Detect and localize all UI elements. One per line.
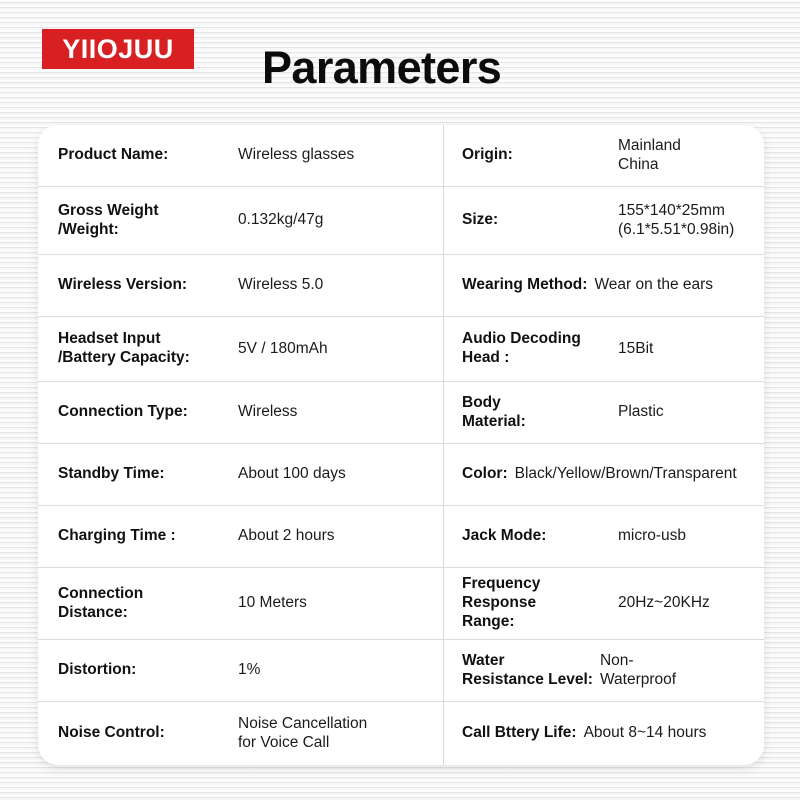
page-header: YIIOJUU Parameters (0, 0, 800, 125)
spec-row: Wireless Version: Wireless 5.0 (38, 255, 443, 317)
spec-label: Origin: (462, 146, 513, 164)
spec-row: Headset Input /Battery Capacity: 5V / 180… (38, 317, 443, 382)
spec-label: Distortion: (58, 661, 137, 679)
spec-row: Size: 155*140*25mm (6.1*5.51*0.98in) (444, 187, 764, 255)
spec-label: Jack Mode: (462, 527, 547, 545)
spec-label: Water Resistance Level: (462, 651, 593, 688)
spec-value: Black/Yellow/Brown/Transparent (514, 465, 737, 483)
spec-value: 5V / 180mAh (238, 339, 328, 357)
spec-label: Gross Weight /Weight: (58, 201, 159, 238)
spec-value: Non- Waterproof (599, 651, 677, 688)
spec-value: 10 Meters (238, 594, 307, 612)
spec-label: Charging Time : (58, 527, 176, 545)
spec-value: 15Bit (618, 339, 654, 357)
spec-row: Body Material: Plastic (444, 382, 764, 444)
spec-value: Wireless (238, 403, 298, 421)
spec-row: Connection Type: Wireless (38, 382, 443, 444)
specifications-card: Product Name: Wireless glasses Gross Weigh… (38, 125, 764, 765)
spec-value: About 100 days (238, 465, 346, 483)
spec-value: Noise Cancellation for Voice Call (238, 714, 368, 751)
spec-row: Frequency Response Range: 20Hz~20KHz (444, 568, 764, 640)
spec-label: Noise Control: (58, 724, 165, 742)
spec-row: Product Name: Wireless glasses (38, 125, 443, 187)
spec-value: 1% (238, 661, 261, 679)
spec-label: Color: (462, 465, 508, 483)
page-title: Parameters (262, 42, 502, 93)
spec-label: Connection Type: (58, 403, 188, 421)
spec-value: Mainland China (618, 136, 681, 173)
spec-column-right: Origin: Mainland China Size: 155*140*25mm (… (444, 125, 764, 765)
spec-value: Wireless 5.0 (238, 276, 324, 294)
spec-value: About 8~14 hours (583, 724, 707, 742)
spec-value: 0.132kg/47g (238, 211, 324, 229)
spec-row: Call Bttery Life: About 8~14 hours (444, 702, 764, 765)
spec-label: Product Name: (58, 146, 169, 164)
spec-row: Noise Control: Noise Cancellation for Voi… (38, 702, 443, 765)
brand-logo-text: YIIOJUU (62, 33, 174, 64)
spec-row: Gross Weight /Weight: 0.132kg/47g (38, 187, 443, 255)
spec-row: Audio Decoding Head : 15Bit (444, 317, 764, 382)
spec-row: Connection Distance: 10 Meters (38, 568, 443, 640)
spec-label: Audio Decoding Head : (462, 330, 581, 366)
spec-row: Origin: Mainland China (444, 125, 764, 187)
spec-label: Body Material: (462, 393, 526, 430)
spec-value: About 2 hours (238, 527, 335, 545)
spec-value: Wear on the ears (594, 276, 714, 294)
spec-row: Distortion: 1% (38, 640, 443, 702)
spec-label: Frequency Response Range: (462, 575, 541, 630)
spec-value: Wireless glasses (238, 146, 355, 164)
spec-column-left: Product Name: Wireless glasses Gross Weigh… (38, 125, 444, 765)
spec-label: Standby Time: (58, 465, 165, 483)
spec-row: Charging Time : About 2 hours (38, 506, 443, 568)
spec-label: Wireless Version: (58, 276, 188, 294)
spec-label: Size: (462, 211, 499, 229)
spec-label: Wearing Method: (462, 276, 588, 294)
spec-row: Color: Black/Yellow/Brown/Transparent (444, 444, 764, 506)
spec-row: Jack Mode: micro-usb (444, 506, 764, 568)
spec-label: Connection Distance: (58, 584, 144, 621)
spec-value: 20Hz~20KHz (618, 594, 710, 612)
spec-label: Headset Input /Battery Capacity: (58, 330, 190, 366)
brand-logo: YIIOJUU (42, 29, 194, 69)
spec-row: Wearing Method: Wear on the ears (444, 255, 764, 317)
spec-value: Plastic (618, 403, 664, 421)
spec-value: micro-usb (618, 527, 687, 545)
spec-row: Water Resistance Level: Non- Waterproof (444, 640, 764, 702)
spec-row: Standby Time: About 100 days (38, 444, 443, 506)
spec-label: Call Bttery Life: (462, 724, 577, 742)
spec-value: 155*140*25mm (6.1*5.51*0.98in) (618, 201, 735, 238)
